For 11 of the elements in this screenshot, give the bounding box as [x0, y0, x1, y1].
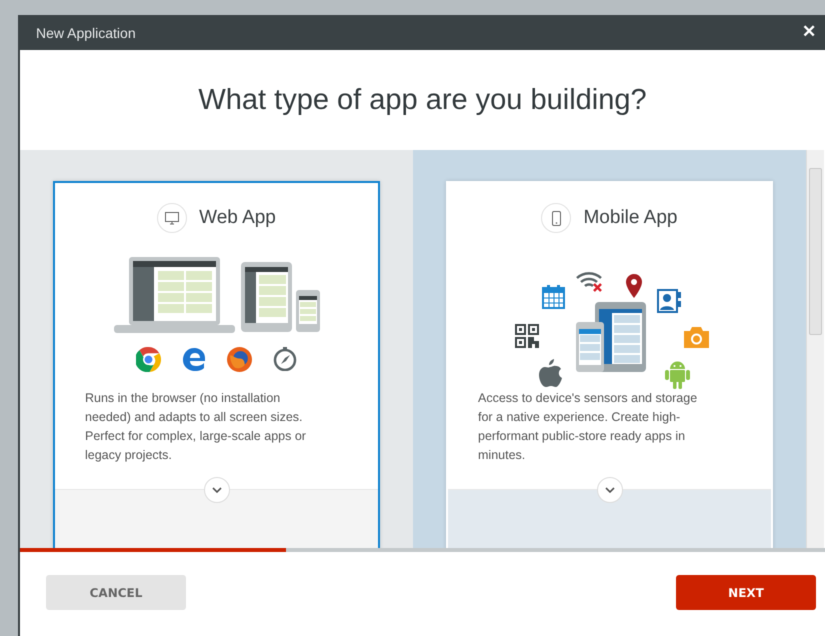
option-description: Runs in the browser (no installation needed) and adapts to all screen sizes. Perfect for complex, large-scale apps or legacy projects.: [84, 390, 307, 464]
window-title: New Application: [36, 24, 136, 40]
option-card[interactable]: Web App Runs in the browser (no installation needed) and adapts to all screen sizes. Perfect for complex, large-scale apps or legacy projects.: [53, 181, 380, 548]
close-button[interactable]: ✕: [800, 21, 818, 42]
dialog-heading: What type of app are you building?: [198, 84, 647, 116]
option-card[interactable]: Mobile App Access to device's sensors and storage for a native experience. Create high-performant public-store ready apps in minutes.: [446, 181, 773, 548]
cancel-button[interactable]: CANCEL: [46, 575, 186, 610]
option-description: Access to device's sensors and storage for a native experience. Create high-performant public-store ready apps in minutes.: [477, 390, 698, 464]
option-title: Mobile App: [583, 207, 678, 229]
option-title: Web App: [199, 207, 276, 229]
next-button[interactable]: NEXT: [676, 575, 816, 610]
